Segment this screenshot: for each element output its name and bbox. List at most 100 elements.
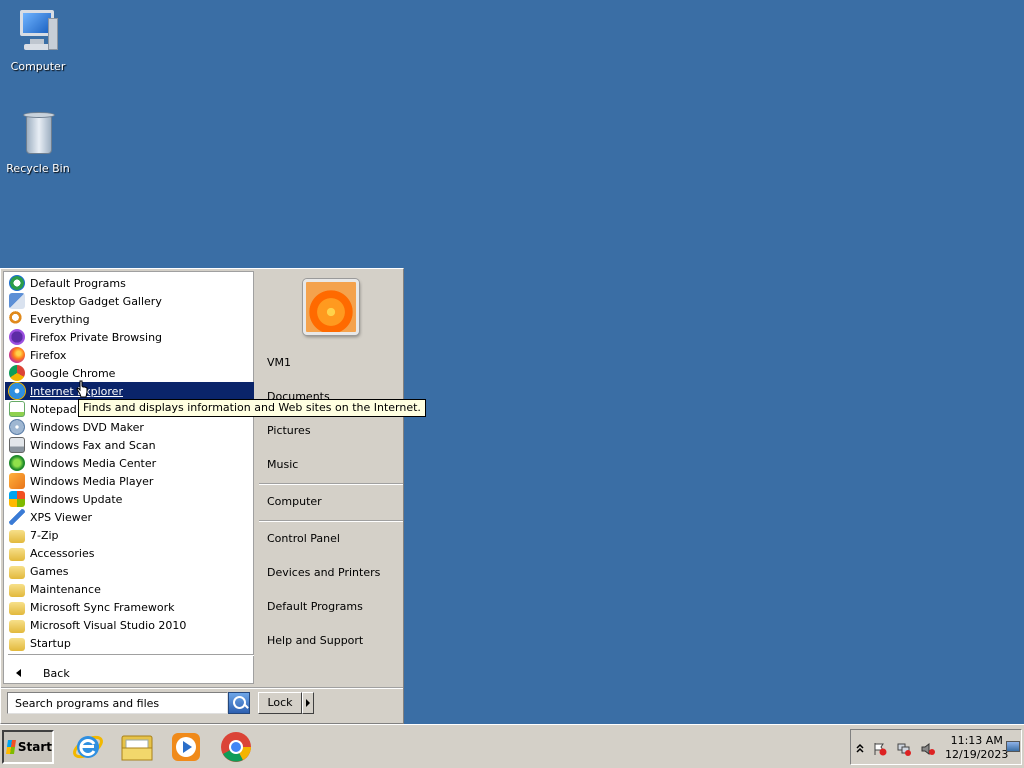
folder-icon (9, 583, 25, 597)
windows-explorer-taskbar-icon[interactable] (120, 730, 154, 764)
computer-link[interactable]: Computer (267, 495, 322, 508)
default-programs-link[interactable]: Default Programs (267, 600, 363, 613)
program-item-google-chrome[interactable]: Google Chrome (5, 364, 254, 382)
firefox-icon (9, 347, 25, 363)
internet-explorer-icon (9, 383, 25, 399)
program-item-everything[interactable]: Everything (5, 310, 254, 328)
program-item-xps-viewer[interactable]: XPS Viewer (5, 508, 254, 526)
start-label: Start (17, 740, 52, 754)
computer-icon (14, 8, 62, 56)
everything-search-icon (9, 311, 25, 327)
program-label: Windows Fax and Scan (30, 438, 156, 452)
program-item-maintenance[interactable]: Maintenance (5, 580, 254, 598)
dvd-maker-icon (9, 419, 25, 435)
user-name-link[interactable]: VM1 (267, 356, 291, 369)
program-label: Microsoft Visual Studio 2010 (30, 618, 187, 632)
recycle-bin-icon (14, 110, 62, 158)
clock-time: 11:13 AM (950, 734, 1003, 747)
program-label: Windows Media Player (30, 474, 154, 488)
chrome-icon (9, 365, 25, 381)
program-label: Firefox Private Browsing (30, 330, 163, 344)
program-label: Games (30, 564, 69, 578)
program-label: Google Chrome (30, 366, 116, 380)
desktop-icon-label: Recycle Bin (6, 162, 70, 175)
show-desktop-icon[interactable] (1006, 741, 1020, 752)
clock[interactable]: 11:13 AM 12/19/2023 (945, 734, 1008, 762)
program-label: Maintenance (30, 582, 101, 596)
program-label: Windows Update (30, 492, 123, 506)
program-item-desktop-gadget-gallery[interactable]: Desktop Gadget Gallery (5, 292, 254, 310)
notepad-plus-plus-icon (9, 401, 25, 417)
chevron-up-icon[interactable] (855, 742, 865, 756)
program-label: Accessories (30, 546, 95, 560)
program-label: Windows Media Center (30, 456, 157, 470)
search-icon[interactable] (228, 692, 250, 714)
divider (8, 654, 254, 656)
lock-button[interactable]: Lock (258, 692, 302, 714)
firefox-private-icon (9, 329, 25, 345)
divider (259, 483, 403, 485)
xps-viewer-icon (9, 509, 25, 525)
hand-cursor-icon (76, 380, 88, 398)
devices-and-printers-link[interactable]: Devices and Printers (267, 566, 380, 579)
search-input[interactable]: Search programs and files (7, 692, 228, 714)
folder-icon (9, 529, 25, 543)
program-item-windows-media-center[interactable]: Windows Media Center (5, 454, 254, 472)
folder-icon (9, 565, 25, 579)
program-item-default-programs[interactable]: Default Programs (5, 274, 254, 292)
start-menu-right-pane: VM1 Documents Pictures Music Computer Co… (255, 269, 403, 687)
program-item-firefox-private-browsing[interactable]: Firefox Private Browsing (5, 328, 254, 346)
music-link[interactable]: Music (267, 458, 298, 471)
pictures-link[interactable]: Pictures (267, 424, 311, 437)
program-label: Desktop Gadget Gallery (30, 294, 162, 308)
windows-logo-icon (6, 740, 16, 754)
program-item-windows-update[interactable]: Windows Update (5, 490, 254, 508)
program-item-windows-dvd-maker[interactable]: Windows DVD Maker (5, 418, 254, 436)
program-item-internet-explorer[interactable]: Internet Explorer (5, 382, 254, 400)
chrome-taskbar-icon[interactable] (219, 730, 253, 764)
program-label: Default Programs (30, 276, 126, 290)
media-player-taskbar-icon[interactable] (169, 730, 203, 764)
program-item-games[interactable]: Games (5, 562, 254, 580)
control-panel-link[interactable]: Control Panel (267, 532, 340, 545)
windows-update-icon (9, 491, 25, 507)
network-icon[interactable] (897, 742, 911, 756)
default-programs-icon (9, 275, 25, 291)
program-item-accessories[interactable]: Accessories (5, 544, 254, 562)
shutdown-options-arrow[interactable] (302, 692, 314, 714)
media-player-icon (9, 473, 25, 489)
program-item-firefox[interactable]: Firefox (5, 346, 254, 364)
action-center-flag-icon[interactable] (873, 742, 887, 756)
folder-icon (9, 601, 25, 615)
desktop-icon-label: Computer (10, 60, 66, 73)
user-avatar[interactable] (303, 279, 359, 335)
back-label: Back (43, 666, 70, 680)
folder-icon (9, 637, 25, 651)
back-arrow-icon (16, 669, 21, 677)
divider (259, 520, 403, 522)
clock-date: 12/19/2023 (945, 748, 1009, 761)
system-tray: 11:13 AM 12/19/2023 (850, 729, 1022, 765)
help-and-support-link[interactable]: Help and Support (267, 634, 363, 647)
internet-explorer-taskbar-icon[interactable] (71, 730, 105, 764)
start-button[interactable]: Start (2, 730, 54, 764)
program-label: XPS Viewer (30, 510, 93, 524)
program-item-windows-fax-and-scan[interactable]: Windows Fax and Scan (5, 436, 254, 454)
program-item-startup[interactable]: Startup (5, 634, 254, 652)
desktop-icon-recycle-bin[interactable]: Recycle Bin (0, 110, 76, 175)
program-item-microsoft-visual-studio-2010[interactable]: Microsoft Visual Studio 2010 (5, 616, 254, 634)
divider (1, 687, 403, 689)
back-button[interactable]: Back (8, 663, 254, 683)
folder-icon (9, 547, 25, 561)
desktop-icon-computer[interactable]: Computer (0, 8, 76, 73)
volume-muted-icon[interactable] (921, 742, 935, 756)
program-label: Microsoft Sync Framework (30, 600, 175, 614)
program-label: Firefox (30, 348, 67, 362)
program-item-windows-media-player[interactable]: Windows Media Player (5, 472, 254, 490)
fax-scan-icon (9, 437, 25, 453)
program-item-7-zip[interactable]: 7-Zip (5, 526, 254, 544)
program-item-microsoft-sync-framework[interactable]: Microsoft Sync Framework (5, 598, 254, 616)
program-label: Windows DVD Maker (30, 420, 144, 434)
media-center-icon (9, 455, 25, 471)
tooltip: Finds and displays information and Web s… (78, 399, 426, 417)
